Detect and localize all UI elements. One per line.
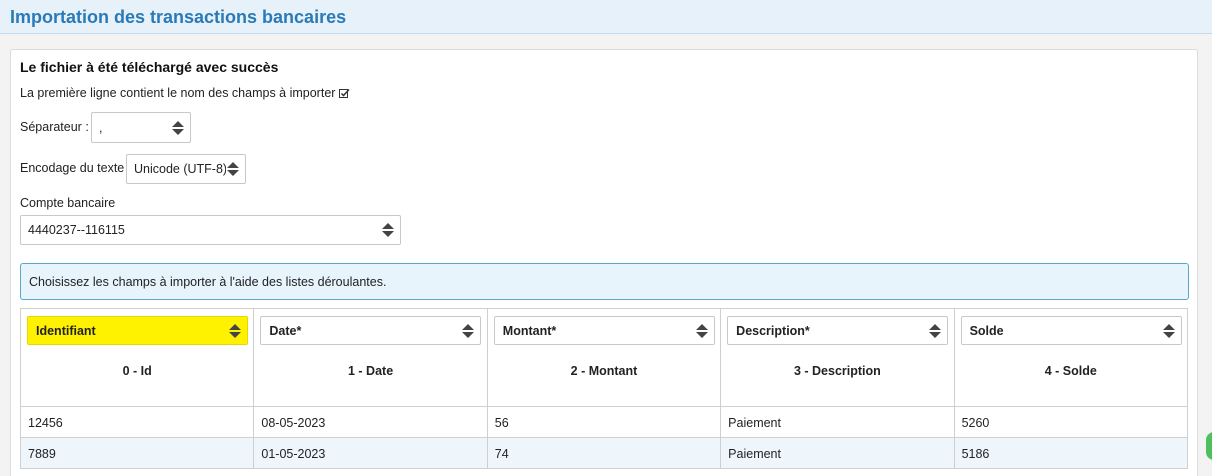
separator-label: Séparateur : [20,120,89,134]
select-arrows-icon [695,323,708,338]
field-select-4[interactable]: Solde [960,316,1182,345]
column-name: 1 - Date [348,364,394,378]
separator-value: , [99,120,103,135]
column-name: 2 - Montant [570,364,638,378]
mapping-column-0: Identifiant 0 - Id [19,308,255,407]
field-select-3[interactable]: Description* [727,316,949,345]
table-cell: 74 [486,437,722,469]
mapping-column-2: Montant* 2 - Montant [486,308,722,407]
field-select-value: Montant* [502,323,557,338]
select-arrows-icon [229,323,241,338]
column-name: 0 - Id [122,364,152,378]
select-arrows-icon [929,323,942,338]
first-line-label: La première ligne contient le nom des ch… [20,86,336,100]
field-select-value: Solde [969,323,1004,338]
table-cell: 7889 [19,437,255,469]
table-cell: 08-05-2023 [253,406,488,438]
select-arrows-icon [382,223,394,237]
table-cell: 5186 [953,437,1189,469]
field-select-value: Date* [269,323,302,338]
field-select-0[interactable]: Identifiant [27,316,248,345]
mapping-column-3: Description* 3 - Description [720,308,955,407]
import-panel: Le fichier à été téléchargé avec succès … [10,49,1198,476]
mapping-column-4: Solde 4 - Solde [953,308,1189,407]
mapping-table: Identifiant 0 - Id Date* 1 - Date Montan… [19,308,1189,469]
field-select-2[interactable]: Montant* [493,316,715,345]
select-arrows-icon [227,162,239,176]
separator-select[interactable]: , [91,112,191,143]
account-label: Compte bancaire [20,196,116,210]
column-name: 3 - Description [793,364,881,378]
select-arrows-icon [1162,323,1175,338]
table-cell: 01-05-2023 [253,437,488,469]
table-cell: Paiement [720,406,955,438]
help-badge[interactable] [1206,432,1212,460]
field-select-value: Description* [736,323,810,338]
mapping-header-row: Identifiant 0 - Id Date* 1 - Date Montan… [19,308,1189,407]
table-cell: 12456 [19,406,255,438]
account-value: 4440237--116115 [28,223,125,237]
info-text: Choisissez les champs à importer à l'aid… [29,275,387,289]
first-line-option: La première ligne contient le nom des ch… [20,86,350,100]
column-name: 4 - Solde [1044,364,1097,378]
info-alert: Choisissez les champs à importer à l'aid… [20,263,1189,300]
encoding-label: Encodage du texte [20,161,125,175]
table-cell: Paiement [720,437,955,469]
checkbox-checked-icon[interactable] [339,88,350,99]
encoding-select[interactable]: Unicode (UTF-8) [126,154,246,184]
field-select-1[interactable]: Date* [260,316,482,345]
encoding-value: Unicode (UTF-8) [134,162,226,176]
page-title: Importation des transactions bancaires [10,7,347,27]
table-cell: 5260 [953,406,1189,438]
field-select-value: Identifiant [36,323,96,338]
select-arrows-icon [172,120,184,135]
table-row: 7889 01-05-2023 74 Paiement 5186 [19,437,1189,469]
account-select[interactable]: 4440237--116115 [20,215,401,245]
table-cell: 56 [486,406,722,438]
page-header: Importation des transactions bancaires [0,0,1212,34]
table-row: 12456 08-05-2023 56 Paiement 5260 [19,406,1189,438]
success-message: Le fichier à été téléchargé avec succès [20,59,279,75]
select-arrows-icon [462,323,475,338]
mapping-column-1: Date* 1 - Date [253,308,488,407]
